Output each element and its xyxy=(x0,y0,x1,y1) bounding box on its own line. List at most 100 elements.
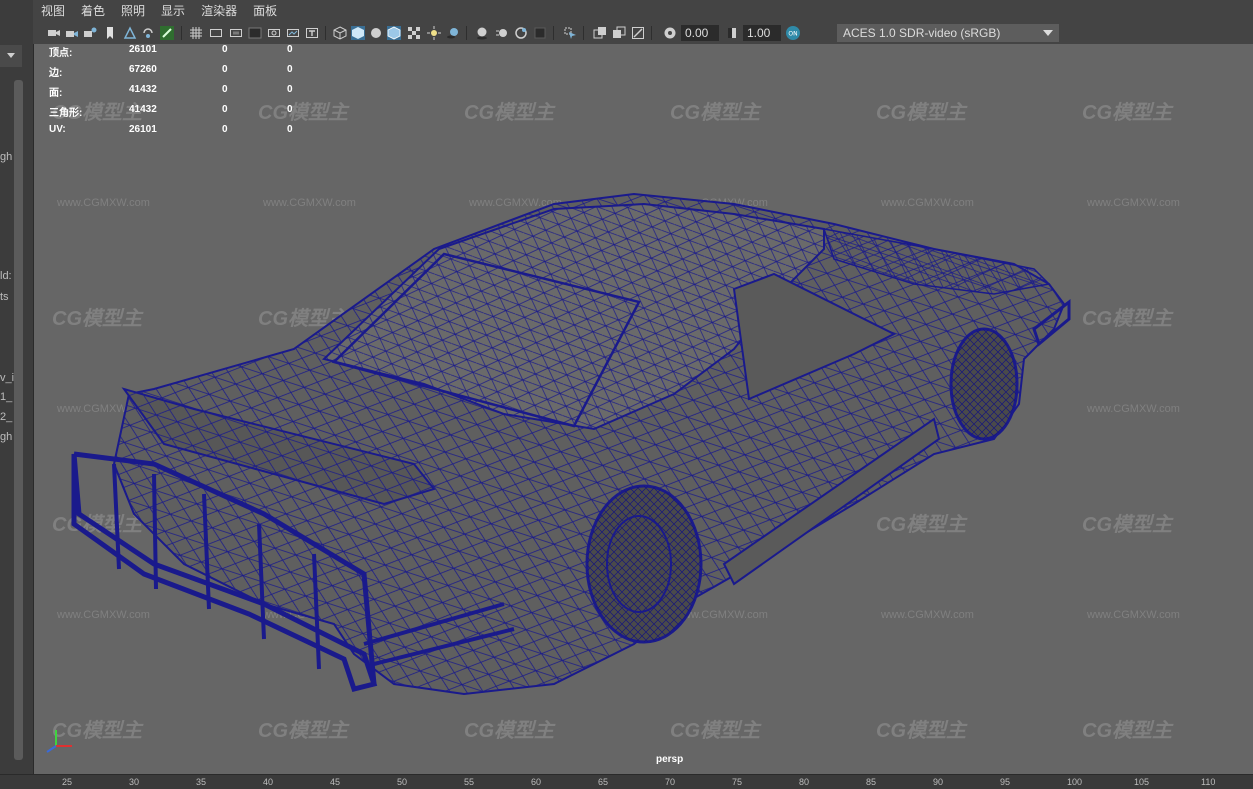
menu-lighting[interactable]: 照明 xyxy=(113,0,153,22)
shadows-icon[interactable] xyxy=(446,26,460,40)
menu-panels[interactable]: 面板 xyxy=(245,0,285,22)
left-panel-strip: gh ld: ts v_i 1_ 2_ gh xyxy=(0,0,34,788)
ruler-tick-label: 35 xyxy=(196,777,207,787)
hud-label: 三角形: xyxy=(49,108,83,119)
hud-value: 0 xyxy=(222,104,228,115)
ruler-tick-label: 45 xyxy=(330,777,341,787)
grid-icon[interactable] xyxy=(189,26,203,40)
chevron-down-icon xyxy=(1043,30,1053,36)
ruler-tick-label: 85 xyxy=(866,777,877,787)
xray-joints-icon[interactable] xyxy=(631,26,645,40)
toolbar-separator xyxy=(651,26,652,40)
exposure-field[interactable]: 0.00 xyxy=(681,25,719,41)
hud-value: 26101 xyxy=(129,44,157,55)
screen-space-ao-icon[interactable] xyxy=(475,26,489,40)
hud-value: 26101 xyxy=(129,124,157,135)
chevron-down-icon xyxy=(7,53,15,58)
menu-view[interactable]: 视图 xyxy=(33,0,73,22)
view-transform-select[interactable]: ACES 1.0 SDR-video (sRGB) xyxy=(837,24,1059,42)
time-ruler[interactable]: 25 30 35 40 45 50 55 60 65 70 75 80 85 90 95 100 105 110 xyxy=(0,774,1253,789)
left-text-fragment: 2_ xyxy=(0,411,13,423)
left-text-fragment: ld: xyxy=(0,270,12,282)
grease-pencil-icon[interactable] xyxy=(160,26,174,40)
ruler-tick-label: 70 xyxy=(665,777,676,787)
xray-active-icon[interactable] xyxy=(612,26,626,40)
ruler-tick-label: 110 xyxy=(1201,777,1216,787)
hud-value: 0 xyxy=(222,124,228,135)
film-gate-icon[interactable] xyxy=(209,26,223,40)
textured-icon[interactable] xyxy=(407,26,421,40)
bookmark-icon[interactable] xyxy=(103,26,117,40)
hud-label: 顶点: xyxy=(49,48,73,59)
view-transform-value: ACES 1.0 SDR-video (sRGB) xyxy=(843,26,1001,40)
gate-mask-icon[interactable] xyxy=(248,26,262,40)
svg-text:ON: ON xyxy=(788,31,797,38)
left-text-fragment: gh xyxy=(0,431,13,443)
resolution-gate-icon[interactable] xyxy=(229,26,243,40)
front-wheel-mesh xyxy=(951,329,1017,439)
ruler-tick-label: 40 xyxy=(263,777,274,787)
toolbar-separator xyxy=(325,26,326,40)
toolbar-separator xyxy=(583,26,584,40)
ruler-tick-label: 30 xyxy=(129,777,140,787)
ruler-tick-label: 60 xyxy=(531,777,542,787)
motion-blur-icon[interactable] xyxy=(495,26,509,40)
anti-aliasing-icon[interactable] xyxy=(514,26,528,40)
left-text-fragment: v_i xyxy=(0,372,15,384)
exposure-icon[interactable] xyxy=(663,26,677,40)
depth-of-field-icon[interactable] xyxy=(533,26,547,40)
camera-attr-icon[interactable] xyxy=(65,26,79,40)
smooth-shaded-icon[interactable] xyxy=(351,26,365,40)
toolbar-separator xyxy=(466,26,467,40)
hud-value: 0 xyxy=(287,104,293,115)
car-wireframe-model[interactable] xyxy=(34,44,1253,774)
ruler-tick-label: 50 xyxy=(397,777,408,787)
menu-shading[interactable]: 着色 xyxy=(73,0,113,22)
ruler-tick-label: 105 xyxy=(1134,777,1150,787)
toolbar-separator xyxy=(553,26,554,40)
image-plane-icon[interactable] xyxy=(123,26,137,40)
panel-dropdown[interactable] xyxy=(0,45,22,67)
camera-name-label: persp xyxy=(656,754,684,765)
safe-title-icon[interactable] xyxy=(305,26,319,40)
safe-action-icon[interactable] xyxy=(286,26,300,40)
panel-scrollbar[interactable] xyxy=(14,80,23,760)
camera-icon[interactable] xyxy=(47,26,61,40)
ruler-tick-label: 25 xyxy=(62,777,73,787)
left-text-fragment: gh xyxy=(0,151,13,163)
2d-pan-icon[interactable] xyxy=(141,26,155,40)
hud-value: 0 xyxy=(287,44,293,55)
menu-renderer[interactable]: 渲染器 xyxy=(193,0,245,22)
ruler-tick-label: 55 xyxy=(464,777,475,787)
hud-value: 67260 xyxy=(129,64,157,75)
hud-value: 0 xyxy=(222,64,228,75)
xray-icon[interactable] xyxy=(593,26,607,40)
hud-label: 边: xyxy=(49,68,63,79)
wireframe-icon[interactable] xyxy=(333,26,347,40)
toolbar-separator xyxy=(181,26,182,40)
left-text-fragment: ts xyxy=(0,291,9,303)
hud-label: UV: xyxy=(49,124,66,135)
hud-label: 面: xyxy=(49,88,63,99)
hud-value: 0 xyxy=(222,84,228,95)
left-text-fragment: 1_ xyxy=(0,391,13,403)
default-material-icon[interactable] xyxy=(369,26,383,40)
gamma-field[interactable]: 1.00 xyxy=(743,25,781,41)
menu-show[interactable]: 显示 xyxy=(153,0,193,22)
panel-menu-bar: 视图 着色 照明 显示 渲染器 面板 xyxy=(33,0,1253,22)
ruler-tick-label: 65 xyxy=(598,777,609,787)
gamma-icon[interactable] xyxy=(725,26,739,40)
ruler-tick-label: 100 xyxy=(1067,777,1083,787)
lights-icon[interactable] xyxy=(427,26,441,40)
camera-select-icon[interactable] xyxy=(83,26,97,40)
ruler-tick-label: 75 xyxy=(732,777,743,787)
hud-value: 0 xyxy=(287,84,293,95)
field-chart-icon[interactable] xyxy=(267,26,281,40)
hud-value: 0 xyxy=(287,64,293,75)
hud-value: 0 xyxy=(287,124,293,135)
isolate-select-icon[interactable] xyxy=(563,26,577,40)
viewport-persp[interactable]: CG模型主 CG模型主 CG模型主 CG模型主 CG模型主 CG模型主 CG模型主 CG模型主… xyxy=(34,44,1253,774)
color-management-icon[interactable]: ON xyxy=(785,25,801,41)
wireframe-on-shaded-icon[interactable] xyxy=(387,26,401,40)
panel-toolbar: 0.00 1.00 ON ACES 1.0 SDR-video (sRGB) xyxy=(33,22,1253,44)
